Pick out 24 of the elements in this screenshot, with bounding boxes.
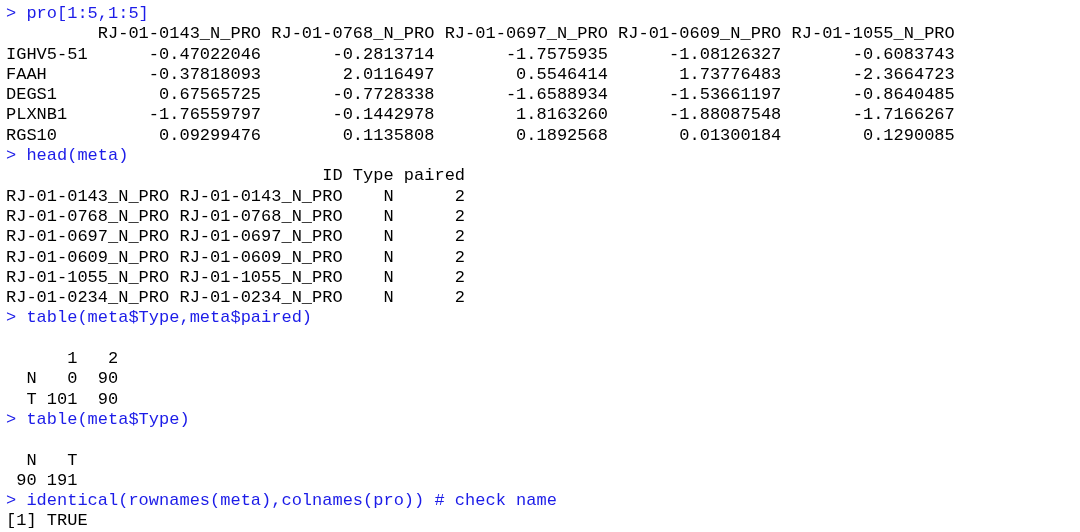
output-line: 1 2 <box>66 349 120 370</box>
output-line: RJ-01-0234_N_PRO RJ-01-0234_N_PRO N 2 <box>6 288 467 309</box>
output-line: FAAH -0.37818093 2.0116497 0.5546414 1.73776483 -2.3664723 <box>6 64 956 86</box>
output-line: RJ-01-0143_N_PRO RJ-01-0768_N_PRO RJ-01-0697_N_PRO RJ-01-0609_N_PRO RJ-01-1055_N_PRO <box>96 24 956 45</box>
output-line: RJ-01-0697_N_PRO RJ-01-0697_N_PRO N 2 <box>6 227 467 248</box>
output-line: ID Type paired <box>321 166 467 187</box>
output-line: DEGS1 0.67565725 -0.7728338 -1.6588934 -1.53661197 -0.8640485 <box>6 85 956 106</box>
output-line: [1] TRUE <box>6 511 89 532</box>
output-line: T 101 90 <box>25 389 120 410</box>
command-line: > table(meta$Type) <box>6 409 191 431</box>
output-line: PLXNB1 -1.76559797 -0.1442978 1.8163260 -1.88087548 -1.7166267 <box>6 105 956 126</box>
output-line: RJ-01-0768_N_PRO RJ-01-0768_N_PRO N 2 <box>6 206 467 228</box>
output-line: N 0 90 <box>25 369 120 390</box>
command-line: > identical(rownames(meta),colnames(pro)) # check name <box>6 491 558 512</box>
command-line: > head(meta) <box>6 146 130 167</box>
output-line: IGHV5-51 -0.47022046 -0.2813714 -1.7575935 -1.08126327 -0.6083743 <box>6 44 956 65</box>
output-line: RJ-01-0609_N_PRO RJ-01-0609_N_PRO N 2 <box>6 247 467 268</box>
output-line: RGS10 0.09299476 0.1135808 0.1892568 0.01300184 0.1290085 <box>6 125 956 147</box>
output-line: RJ-01-1055_N_PRO RJ-01-1055_N_PRO N 2 <box>6 267 467 289</box>
output-line: 90 191 <box>15 470 79 492</box>
command-line: > pro[1:5,1:5] <box>6 4 150 25</box>
output-line: N T <box>25 450 79 471</box>
output-line: RJ-01-0143_N_PRO RJ-01-0143_N_PRO N 2 <box>6 186 467 207</box>
command-line: > table(meta$Type,meta$paired) <box>6 308 314 329</box>
